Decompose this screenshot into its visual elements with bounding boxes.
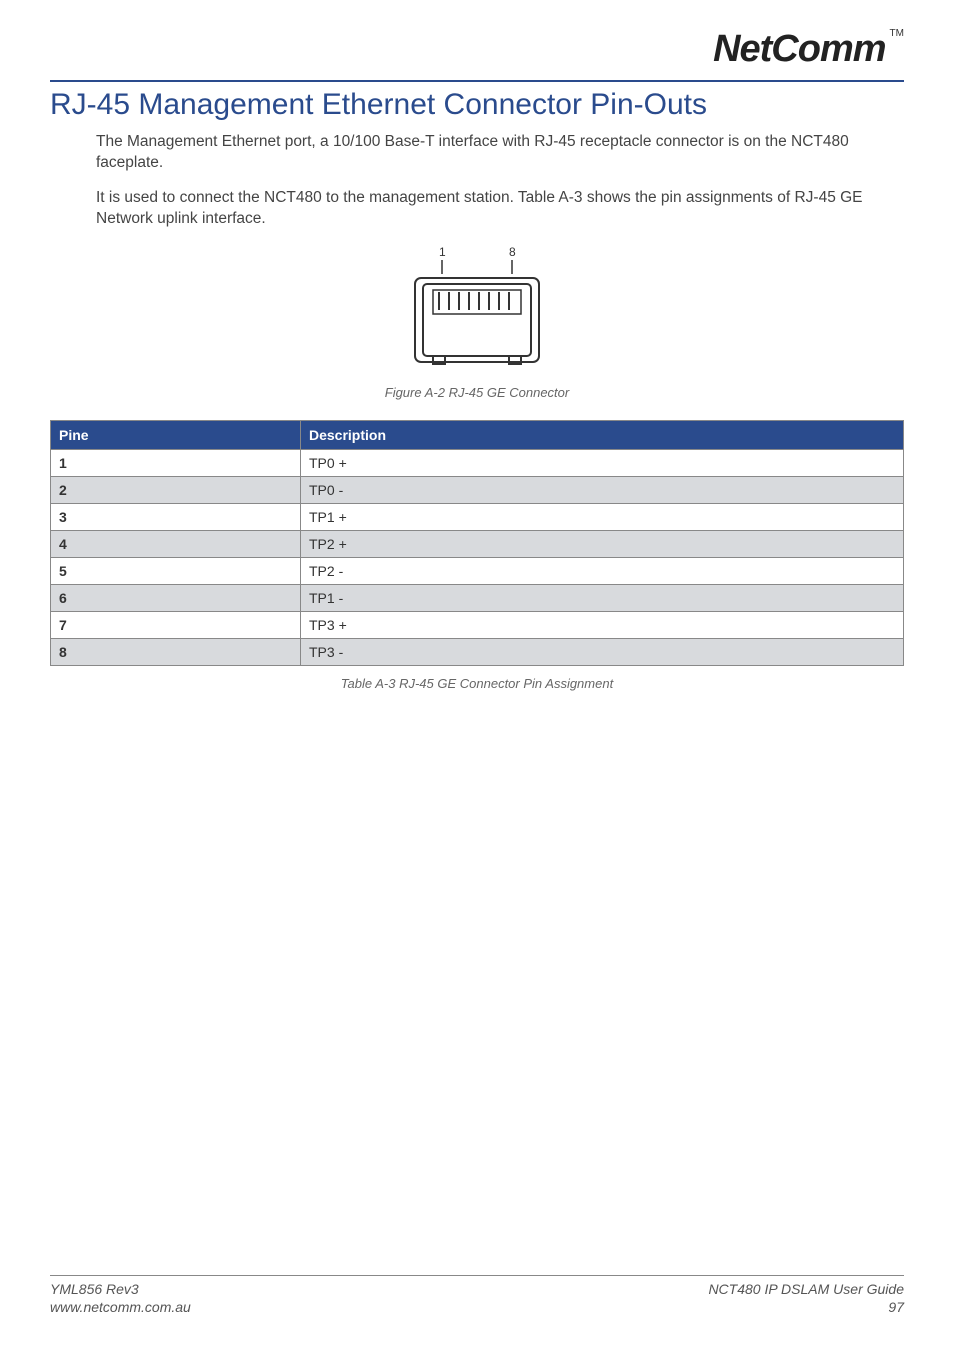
- desc-cell: TP0 -: [301, 476, 904, 503]
- pin-cell: 5: [51, 557, 301, 584]
- pin-cell: 3: [51, 503, 301, 530]
- desc-cell: TP1 -: [301, 584, 904, 611]
- pin-cell: 7: [51, 611, 301, 638]
- pin-cell: 2: [51, 476, 301, 503]
- desc-cell: TP2 -: [301, 557, 904, 584]
- connector-figure: 1 8: [50, 244, 904, 379]
- page-footer: YML856 Rev3 www.netcomm.com.au NCT480 IP…: [50, 1275, 904, 1316]
- desc-cell: TP3 -: [301, 638, 904, 665]
- header-rule: [50, 80, 904, 82]
- pin-label-8: 8: [509, 245, 516, 259]
- table-row: 6 TP1 -: [51, 584, 904, 611]
- pin-cell: 8: [51, 638, 301, 665]
- table-row: 4 TP2 +: [51, 530, 904, 557]
- table-caption: Table A-3 RJ-45 GE Connector Pin Assignm…: [50, 676, 904, 691]
- table-row: 3 TP1 +: [51, 503, 904, 530]
- intro-paragraph-2: It is used to connect the NCT480 to the …: [96, 188, 904, 230]
- desc-cell: TP1 +: [301, 503, 904, 530]
- pin-label-1: 1: [439, 245, 446, 259]
- footer-rev: YML856 Rev3: [50, 1280, 191, 1298]
- brand-logo: NetComm TM: [713, 28, 904, 71]
- footer-page-number: 97: [708, 1298, 904, 1316]
- table-row: 1 TP0 +: [51, 449, 904, 476]
- pin-cell: 6: [51, 584, 301, 611]
- page-title: RJ-45 Management Ethernet Connector Pin-…: [50, 88, 904, 122]
- table-row: 2 TP0 -: [51, 476, 904, 503]
- brand-name: NetComm: [713, 28, 885, 70]
- table-row: 8 TP3 -: [51, 638, 904, 665]
- desc-cell: TP3 +: [301, 611, 904, 638]
- desc-cell: TP0 +: [301, 449, 904, 476]
- pinout-table: Pine Description 1 TP0 + 2 TP0 - 3 TP1 +…: [50, 420, 904, 666]
- figure-caption: Figure A-2 RJ-45 GE Connector: [50, 385, 904, 400]
- footer-rule: [50, 1275, 904, 1276]
- pin-cell: 4: [51, 530, 301, 557]
- table-header-pine: Pine: [51, 420, 301, 449]
- rj45-connector-icon: 1 8: [397, 244, 557, 374]
- pin-cell: 1: [51, 449, 301, 476]
- trademark-icon: TM: [890, 28, 904, 39]
- table-row: 7 TP3 +: [51, 611, 904, 638]
- desc-cell: TP2 +: [301, 530, 904, 557]
- footer-url: www.netcomm.com.au: [50, 1298, 191, 1316]
- footer-doc-title: NCT480 IP DSLAM User Guide: [708, 1280, 904, 1298]
- table-header-description: Description: [301, 420, 904, 449]
- intro-paragraph-1: The Management Ethernet port, a 10/100 B…: [96, 132, 904, 174]
- table-row: 5 TP2 -: [51, 557, 904, 584]
